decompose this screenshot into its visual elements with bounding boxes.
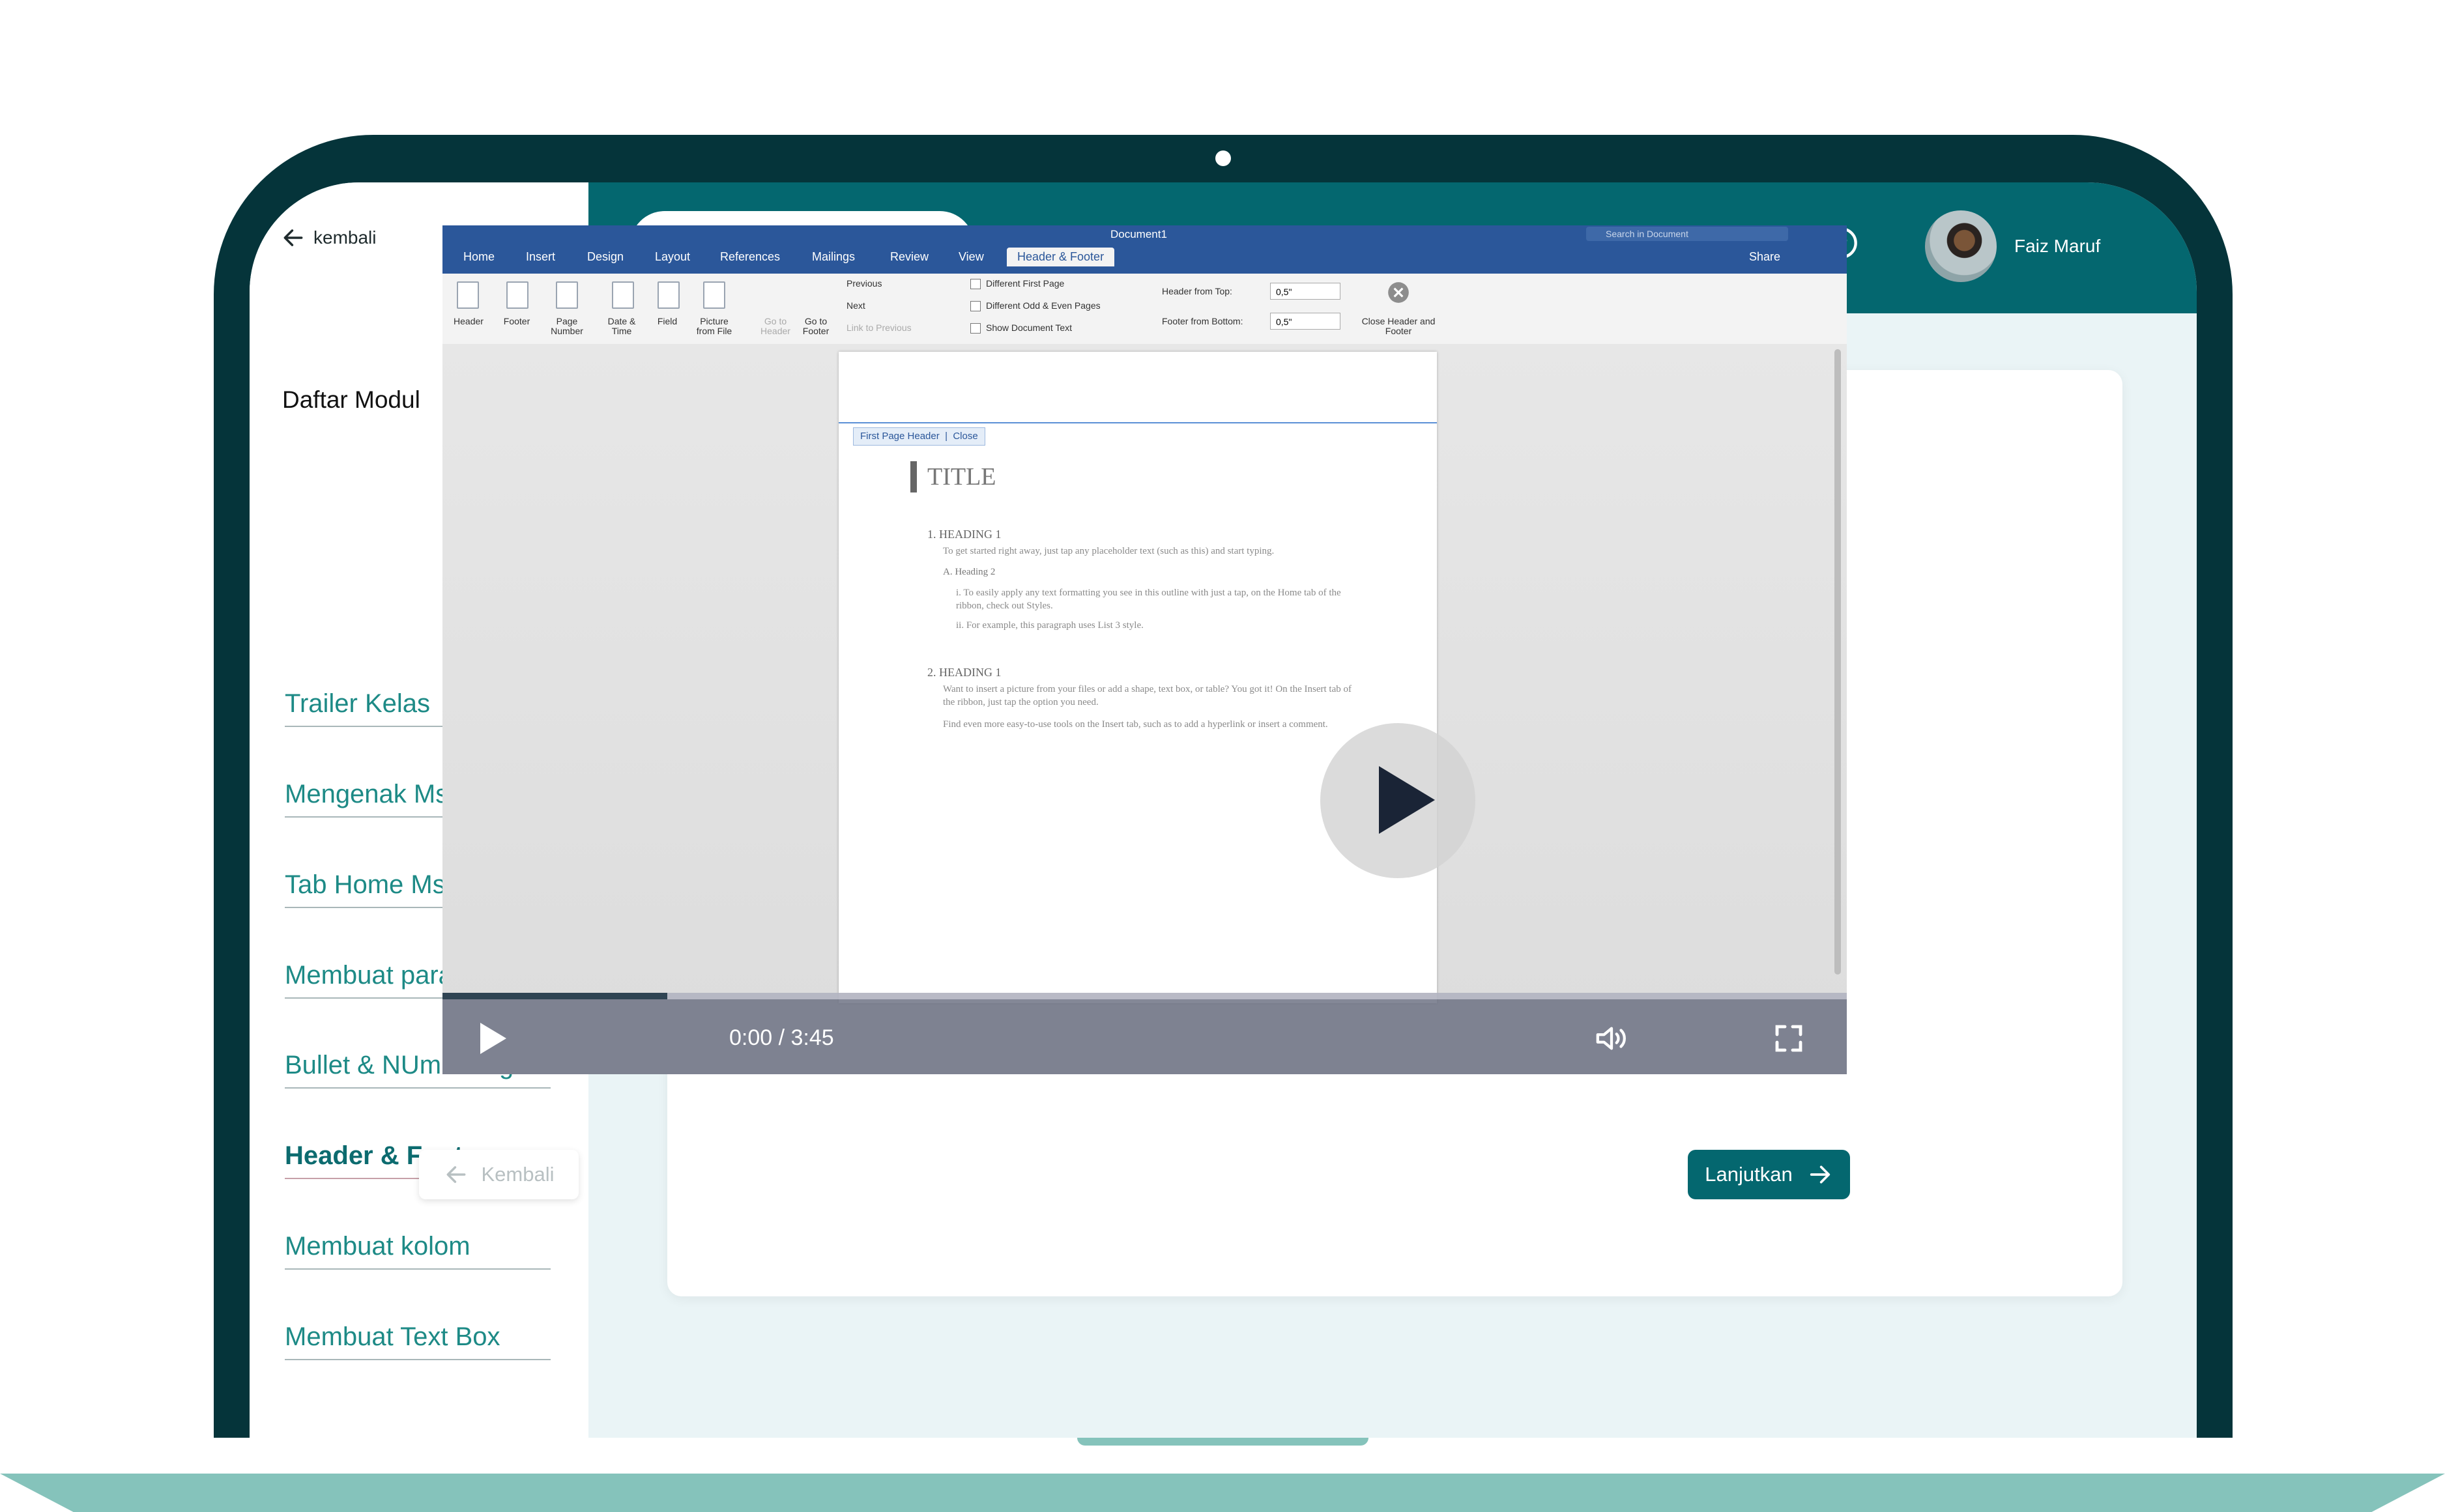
word-tab-insert: Insert bbox=[526, 250, 556, 263]
ribbon-next: Next bbox=[846, 300, 865, 311]
doc-heading-2: A. Heading 2 bbox=[943, 567, 996, 577]
ribbon-picture: Picture from File bbox=[696, 316, 732, 336]
laptop-base bbox=[0, 1474, 2445, 1512]
header-tool-icon bbox=[457, 281, 479, 309]
doc-para-2: Want to insert a picture from your files… bbox=[943, 684, 1352, 707]
doc-item-ii: ii. For example, this paragraph uses Lis… bbox=[956, 620, 1144, 631]
video-controls bbox=[442, 993, 1847, 1074]
header-divider bbox=[839, 422, 1437, 423]
next-button[interactable]: Lanjutkan bbox=[1688, 1150, 1850, 1199]
ribbon-show-doc-text: Show Document Text bbox=[986, 322, 1073, 333]
word-search-field: Search in Document bbox=[1586, 227, 1788, 241]
arrow-left-icon bbox=[446, 1166, 465, 1183]
word-tab-header-footer: Header & Footer bbox=[1007, 248, 1115, 266]
back-link-label: kembali bbox=[313, 227, 377, 248]
module-item[interactable]: Membuat kolom bbox=[285, 1219, 551, 1270]
word-tab-layout: Layout bbox=[655, 250, 691, 263]
header-top-field: 0,5" bbox=[1270, 283, 1340, 300]
word-tab-references: References bbox=[720, 250, 781, 263]
video-player[interactable]: Document1 Search in Document Home Insert… bbox=[442, 225, 1847, 1074]
ribbon-diff-odd-even: Different Odd & Even Pages bbox=[986, 300, 1101, 311]
word-doc-title: Document1 bbox=[1110, 228, 1167, 240]
word-page: First Page Header | Close TITLE 1. HEADI… bbox=[839, 352, 1437, 1003]
word-tab-bar: Home Insert Design Layout References Mai… bbox=[442, 244, 1847, 274]
word-tab-review: Review bbox=[890, 250, 929, 263]
doc-para-3: Find even more easy-to-use tools on the … bbox=[943, 719, 1328, 730]
play-icon[interactable] bbox=[480, 1023, 506, 1054]
ribbon-header-from-top: Header from Top: bbox=[1162, 286, 1232, 296]
ribbon-field: Field bbox=[657, 316, 678, 326]
hf-tag-label: First Page Header bbox=[860, 431, 940, 442]
ribbon-footer: Footer bbox=[503, 316, 530, 326]
doc-heading-1b: 2. HEADING 1 bbox=[927, 666, 1002, 679]
ribbon-go-footer: Go to Footer bbox=[802, 316, 830, 336]
word-ribbon: Header Footer Page Number Date & Time Fi… bbox=[442, 274, 1847, 345]
ribbon-go-header: Go to Header bbox=[760, 316, 790, 336]
hf-tag-close: Close bbox=[953, 431, 978, 442]
word-tab-home: Home bbox=[463, 250, 495, 263]
ribbon-footer-from-bottom: Footer from Bottom: bbox=[1162, 316, 1243, 326]
module-item-label: Membuat Text Box bbox=[285, 1322, 500, 1351]
doc-title: TITLE bbox=[910, 461, 996, 492]
back-button-label: Kembali bbox=[481, 1163, 555, 1186]
ribbon-link-previous: Link to Previous bbox=[846, 322, 912, 333]
play-icon bbox=[1379, 766, 1435, 834]
word-share: Share bbox=[1749, 250, 1781, 263]
video-time: 0:00 / 3:45 bbox=[729, 1025, 834, 1050]
fullscreen-icon[interactable] bbox=[1773, 1023, 1804, 1054]
field-tool-icon bbox=[658, 281, 680, 309]
diff-odd-even-checkbox bbox=[970, 301, 981, 311]
big-play-button[interactable] bbox=[1320, 723, 1475, 878]
laptop-hinge bbox=[1077, 1438, 1368, 1446]
user-name[interactable]: Faiz Maruf bbox=[2014, 236, 2100, 257]
word-tab-design: Design bbox=[587, 250, 624, 263]
show-doc-text-checkbox bbox=[970, 323, 981, 334]
volume-icon[interactable] bbox=[1594, 1023, 1629, 1054]
module-item-label: Membuat kolom bbox=[285, 1232, 470, 1261]
doc-item-i: i. To easily apply any text formatting y… bbox=[956, 588, 1341, 611]
progress-fill bbox=[442, 993, 667, 999]
avatar[interactable] bbox=[1925, 210, 1997, 282]
ribbon-header: Header bbox=[454, 316, 484, 326]
back-button[interactable]: Kembali bbox=[419, 1150, 579, 1199]
ribbon-diff-first: Different First Page bbox=[986, 278, 1065, 289]
ribbon-page-number: Page Number bbox=[551, 316, 583, 336]
camera-dot bbox=[1215, 150, 1231, 166]
ribbon-previous: Previous bbox=[846, 278, 882, 289]
word-tab-view: View bbox=[959, 250, 984, 263]
doc-heading-1a: 1. HEADING 1 bbox=[927, 528, 1002, 541]
date-time-tool-icon bbox=[612, 281, 634, 309]
arrow-left-icon bbox=[283, 229, 303, 246]
footer-bottom-field: 0,5" bbox=[1270, 313, 1340, 330]
close-circle-icon bbox=[1388, 282, 1409, 303]
ribbon-date-time: Date & Time bbox=[607, 316, 636, 336]
next-button-label: Lanjutkan bbox=[1705, 1163, 1793, 1186]
doc-para-1: To get started right away, just tap any … bbox=[943, 546, 1275, 556]
word-scrollbar bbox=[1834, 349, 1841, 975]
arrow-right-icon bbox=[1810, 1165, 1830, 1184]
module-item-label: Trailer Kelas bbox=[285, 689, 431, 718]
picture-tool-icon bbox=[703, 281, 725, 309]
page-number-tool-icon bbox=[556, 281, 578, 309]
ribbon-close-hf: Close Header and Footer bbox=[1361, 316, 1436, 336]
word-tab-mailings: Mailings bbox=[812, 250, 856, 263]
back-link[interactable]: kembali bbox=[281, 223, 376, 253]
first-page-header-tag: First Page Header | Close bbox=[853, 427, 985, 446]
module-list-title: Daftar Modul bbox=[282, 386, 420, 413]
module-item[interactable]: Membuat Text Box bbox=[285, 1309, 551, 1360]
footer-tool-icon bbox=[506, 281, 528, 309]
diff-first-checkbox bbox=[970, 279, 981, 289]
